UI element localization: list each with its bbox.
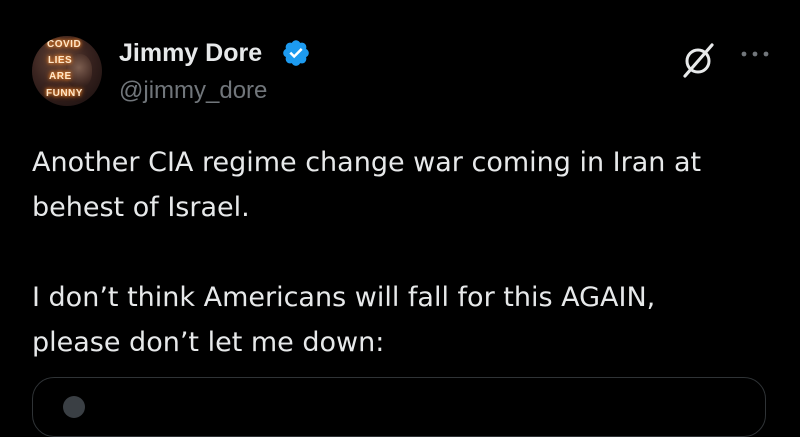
verified-badge-icon (283, 40, 309, 66)
avatar-text-are: ARE (49, 71, 72, 82)
avatar-text-lies: LIES (48, 55, 73, 66)
avatar[interactable]: COVID LIES ARE FUNNY (32, 36, 102, 106)
quoted-tweet-card[interactable] (32, 377, 766, 437)
tweet-paragraph-1: Another CIA regime change war coming in … (32, 147, 702, 223)
tweet-paragraph-2: I don’t think Americans will fall for th… (32, 282, 656, 358)
avatar-text-funny: FUNNY (46, 88, 83, 99)
author-handle[interactable]: @jimmy_dore (119, 76, 267, 106)
tweet-text: Another CIA regime change war coming in … (32, 140, 732, 365)
slashed-circle-icon[interactable] (678, 40, 718, 80)
ellipsis-icon[interactable] (740, 49, 770, 59)
quoted-tweet-avatar (63, 396, 85, 418)
avatar-text-covid: COVID (47, 39, 82, 50)
author-display-name[interactable]: Jimmy Dore (119, 37, 262, 69)
